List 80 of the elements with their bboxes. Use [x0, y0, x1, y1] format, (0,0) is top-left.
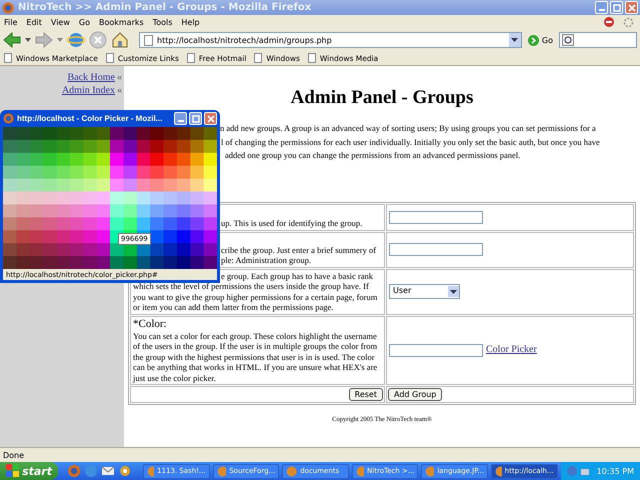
address-text: http://localhost/nitrotech/admin/groups.php	[157, 36, 332, 44]
page-icon	[4, 53, 12, 63]
back-arrow-icon	[3, 32, 21, 48]
window-title: NitroTech >> Admin Panel - Groups - Mozilla Firefox	[18, 2, 312, 13]
home-button[interactable]	[111, 31, 129, 49]
throbber-icon	[623, 16, 634, 28]
app-icon	[356, 466, 364, 476]
page-icon	[186, 53, 195, 63]
link-marker: «	[117, 85, 122, 96]
menu-item[interactable]: Edit	[26, 18, 42, 26]
color-picker-link[interactable]: Color Picker	[486, 345, 537, 356]
app-icon	[495, 466, 502, 476]
popup-title: http://localhost - Color Picker - Mozil...	[17, 114, 164, 123]
close-icon	[628, 4, 636, 12]
search-icon	[562, 34, 574, 46]
field-description: cribe the group. Just enter a brief summery of	[220, 244, 378, 255]
field-description: ple: Administration group.	[220, 255, 312, 266]
stop-button[interactable]	[89, 31, 107, 49]
color-field[interactable]	[389, 344, 483, 357]
close-icon	[206, 114, 214, 122]
minimize-icon	[178, 120, 184, 122]
field-description: up. This is used for identifying the group.	[220, 218, 364, 228]
close-button[interactable]	[625, 1, 638, 14]
go-button[interactable]: Go	[526, 34, 555, 46]
history-dropdown-button[interactable]	[508, 33, 521, 47]
dropdown-arrow-icon[interactable]	[57, 38, 63, 42]
page-icon	[254, 53, 262, 63]
menu-item[interactable]: File	[4, 18, 18, 26]
search-field[interactable]	[559, 32, 637, 48]
menu-item[interactable]: Bookmarks	[98, 18, 144, 26]
app-icon	[216, 466, 226, 476]
sidebar-link[interactable]: Admin Index	[62, 85, 115, 96]
minimize-button[interactable]	[595, 1, 608, 14]
forward-arrow-icon	[35, 32, 53, 48]
address-field[interactable]: http://localhost/nitrotech/admin/groups.php	[139, 32, 522, 48]
close-button[interactable]	[204, 112, 217, 125]
link-marker: «	[117, 72, 122, 83]
intro-text: added one group you can change the permissions from an advanced permissions panel.	[224, 149, 522, 162]
rank-dropdown[interactable]: User	[389, 284, 460, 299]
dropdown-arrow-icon[interactable]	[25, 38, 31, 42]
app-icon	[425, 466, 434, 476]
page-icon	[106, 53, 114, 63]
text-field[interactable]	[389, 210, 483, 224]
status-text: Done	[3, 450, 24, 460]
app-icon	[286, 466, 298, 476]
intro-text: n add new groups. A group is an advanced way of sorting users; By using groups you can set permissions for a	[220, 122, 597, 135]
minimize-icon	[598, 9, 604, 11]
maximize-icon	[192, 114, 200, 122]
windows-flag-icon	[6, 464, 20, 478]
clock: 10:35 PM	[596, 466, 634, 476]
add-group-button[interactable]: Add Group	[388, 388, 442, 401]
intro-text: l of changing the permissions for each user individually. Initially you only set the basic auth, but once you have	[220, 136, 601, 149]
network-icon	[580, 466, 590, 476]
maximize-button[interactable]	[189, 112, 202, 125]
menu-item[interactable]: Go	[78, 18, 90, 26]
stop-icon	[89, 31, 107, 49]
menu-item[interactable]: Tools	[152, 18, 172, 26]
maximize-button[interactable]	[610, 1, 623, 14]
field-description: You can set a color for each group. These colors highlight the username of the users in the group. If the user is in multiple groups the color from the group with the highest permissions that user is in is used. The color can be anything that works in HTML. If you are unsure what HEX's are just use the color picker.	[133, 330, 378, 383]
menu-item[interactable]: View	[50, 18, 70, 26]
sidebar-link[interactable]: Back Home	[68, 72, 115, 83]
page-icon	[308, 53, 316, 63]
envelope-icon[interactable]	[101, 464, 115, 478]
menu-item[interactable]: Help	[181, 18, 200, 26]
caret-icon	[511, 38, 518, 42]
back-button[interactable]	[3, 32, 21, 48]
minimize-button[interactable]	[174, 112, 187, 125]
color-palette-drawing[interactable]	[3, 127, 217, 269]
app-icon	[147, 466, 154, 476]
caret-icon	[450, 290, 457, 294]
page-icon	[144, 34, 153, 46]
field-description: which sets the level of permissions the users inside the group have. If you want to give the group higher permissions for a certain page, forum or item you can add them latter from the permissions page.	[133, 281, 378, 312]
text-field[interactable]	[389, 243, 483, 256]
reset-button[interactable]: Reset	[348, 388, 383, 401]
page-heading: Admin Panel - Groups	[290, 86, 474, 110]
stop-sign-icon	[604, 17, 614, 27]
home-icon	[111, 31, 129, 49]
restore-icon	[612, 4, 620, 12]
start-button[interactable]: start	[0, 462, 58, 480]
field-label: *Color:	[133, 318, 168, 330]
